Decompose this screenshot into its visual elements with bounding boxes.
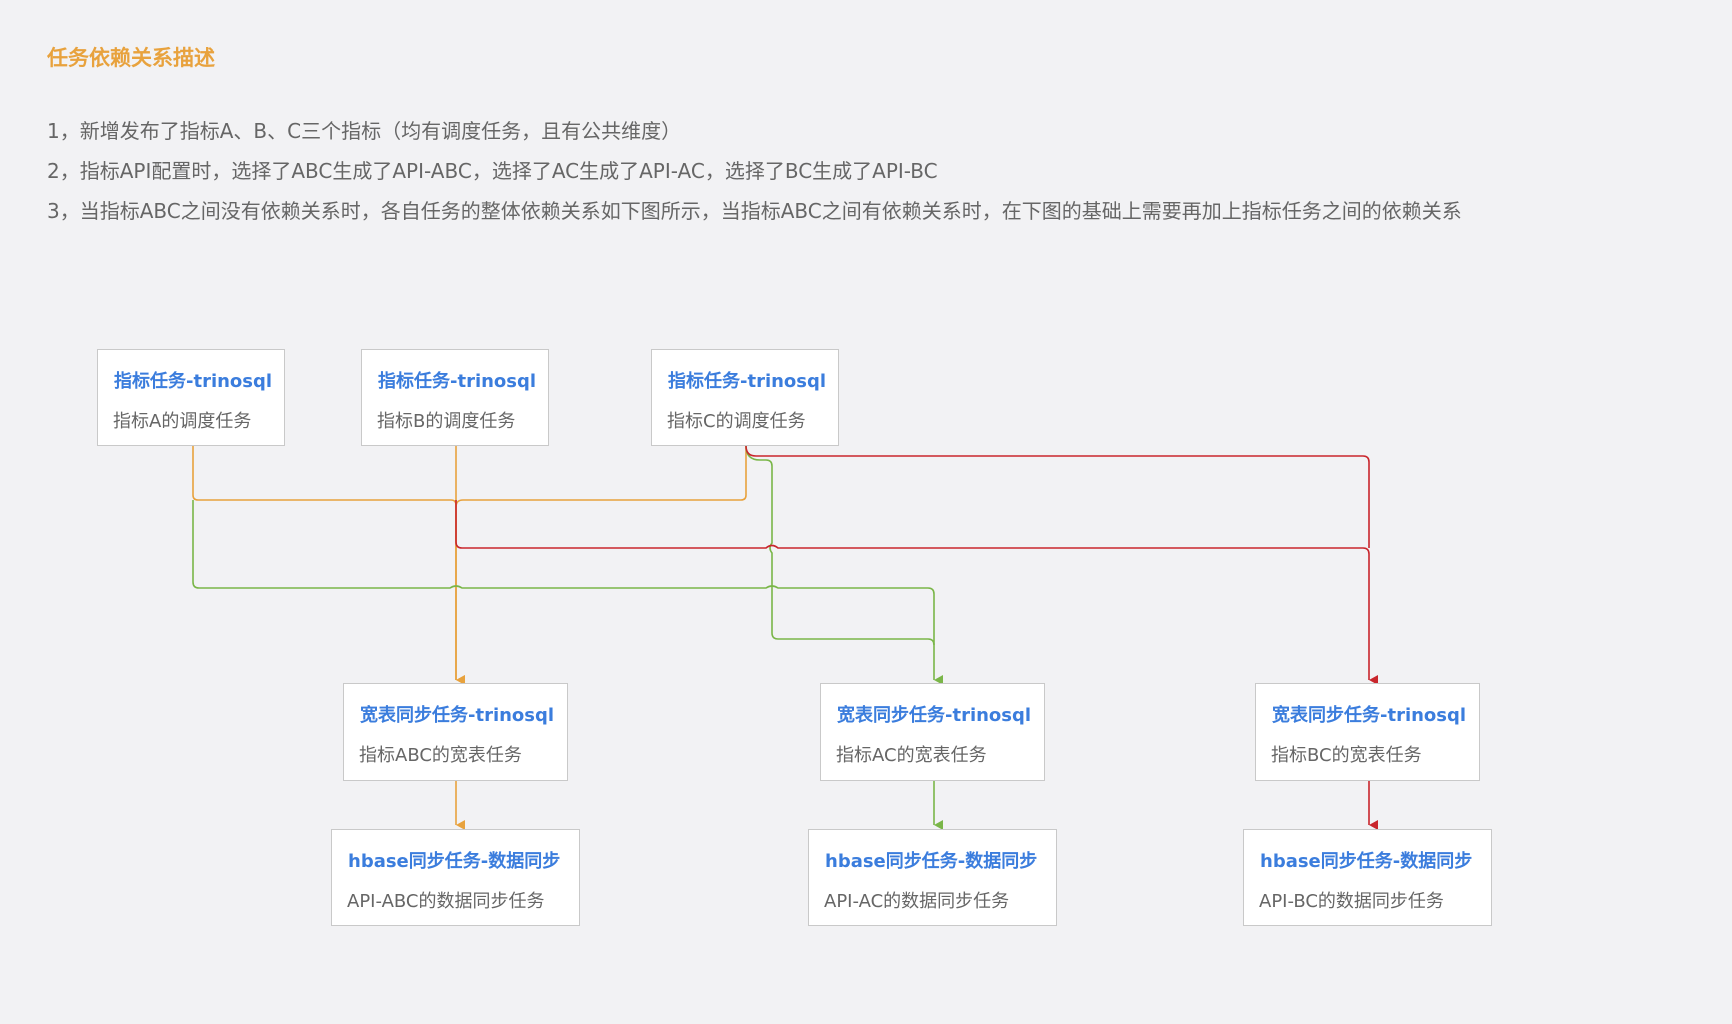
node-subtitle: API-AC的数据同步任务 — [824, 891, 1010, 912]
edge-c-to-abc — [455, 446, 747, 508]
node-subtitle: API-BC的数据同步任务 — [1259, 891, 1444, 912]
node-subtitle: 指标A的调度任务 — [113, 411, 252, 432]
edge-b-to-bc — [455, 500, 1378, 685]
node-title: 指标任务-trinosql — [378, 371, 537, 392]
metric-task-node-b[interactable]: 指标任务-trinosql 指标B的调度任务 — [361, 349, 549, 446]
wide-table-node-ac[interactable]: 宽表同步任务-trinosql 指标AC的宽表任务 — [820, 683, 1045, 781]
node-title: 宽表同步任务-trinosql — [1272, 705, 1467, 726]
wide-table-node-abc[interactable]: 宽表同步任务-trinosql 指标ABC的宽表任务 — [343, 683, 568, 781]
node-title: 指标任务-trinosql — [668, 371, 827, 392]
node-title: hbase同步任务-数据同步 — [1260, 851, 1473, 872]
node-subtitle: 指标ABC的宽表任务 — [359, 745, 522, 766]
edge-c-to-bc — [745, 445, 1370, 548]
node-subtitle: 指标B的调度任务 — [377, 411, 516, 432]
node-title: hbase同步任务-数据同步 — [348, 851, 561, 872]
hbase-sync-node-ac[interactable]: hbase同步任务-数据同步 API-AC的数据同步任务 — [808, 829, 1057, 926]
edge-a-to-ac — [192, 500, 943, 685]
metric-task-node-c[interactable]: 指标任务-trinosql 指标C的调度任务 — [651, 349, 839, 446]
metric-task-node-a[interactable]: 指标任务-trinosql 指标A的调度任务 — [97, 349, 285, 446]
node-title: 指标任务-trinosql — [114, 371, 273, 392]
node-title: hbase同步任务-数据同步 — [825, 851, 1038, 872]
node-subtitle: 指标AC的宽表任务 — [836, 745, 987, 766]
node-title: 宽表同步任务-trinosql — [837, 705, 1032, 726]
page: 任务依赖关系描述 1，新增发布了指标A、B、C三个指标（均有调度任务，且有公共维… — [0, 0, 1732, 1024]
edge-a-to-abc — [192, 446, 465, 685]
hbase-sync-node-abc[interactable]: hbase同步任务-数据同步 API-ABC的数据同步任务 — [331, 829, 580, 926]
node-title: 宽表同步任务-trinosql — [360, 705, 555, 726]
node-subtitle: API-ABC的数据同步任务 — [347, 891, 545, 912]
node-subtitle: 指标BC的宽表任务 — [1271, 745, 1422, 766]
node-subtitle: 指标C的调度任务 — [667, 411, 806, 432]
wide-table-node-bc[interactable]: 宽表同步任务-trinosql 指标BC的宽表任务 — [1255, 683, 1480, 781]
hbase-sync-node-bc[interactable]: hbase同步任务-数据同步 API-BC的数据同步任务 — [1243, 829, 1492, 926]
